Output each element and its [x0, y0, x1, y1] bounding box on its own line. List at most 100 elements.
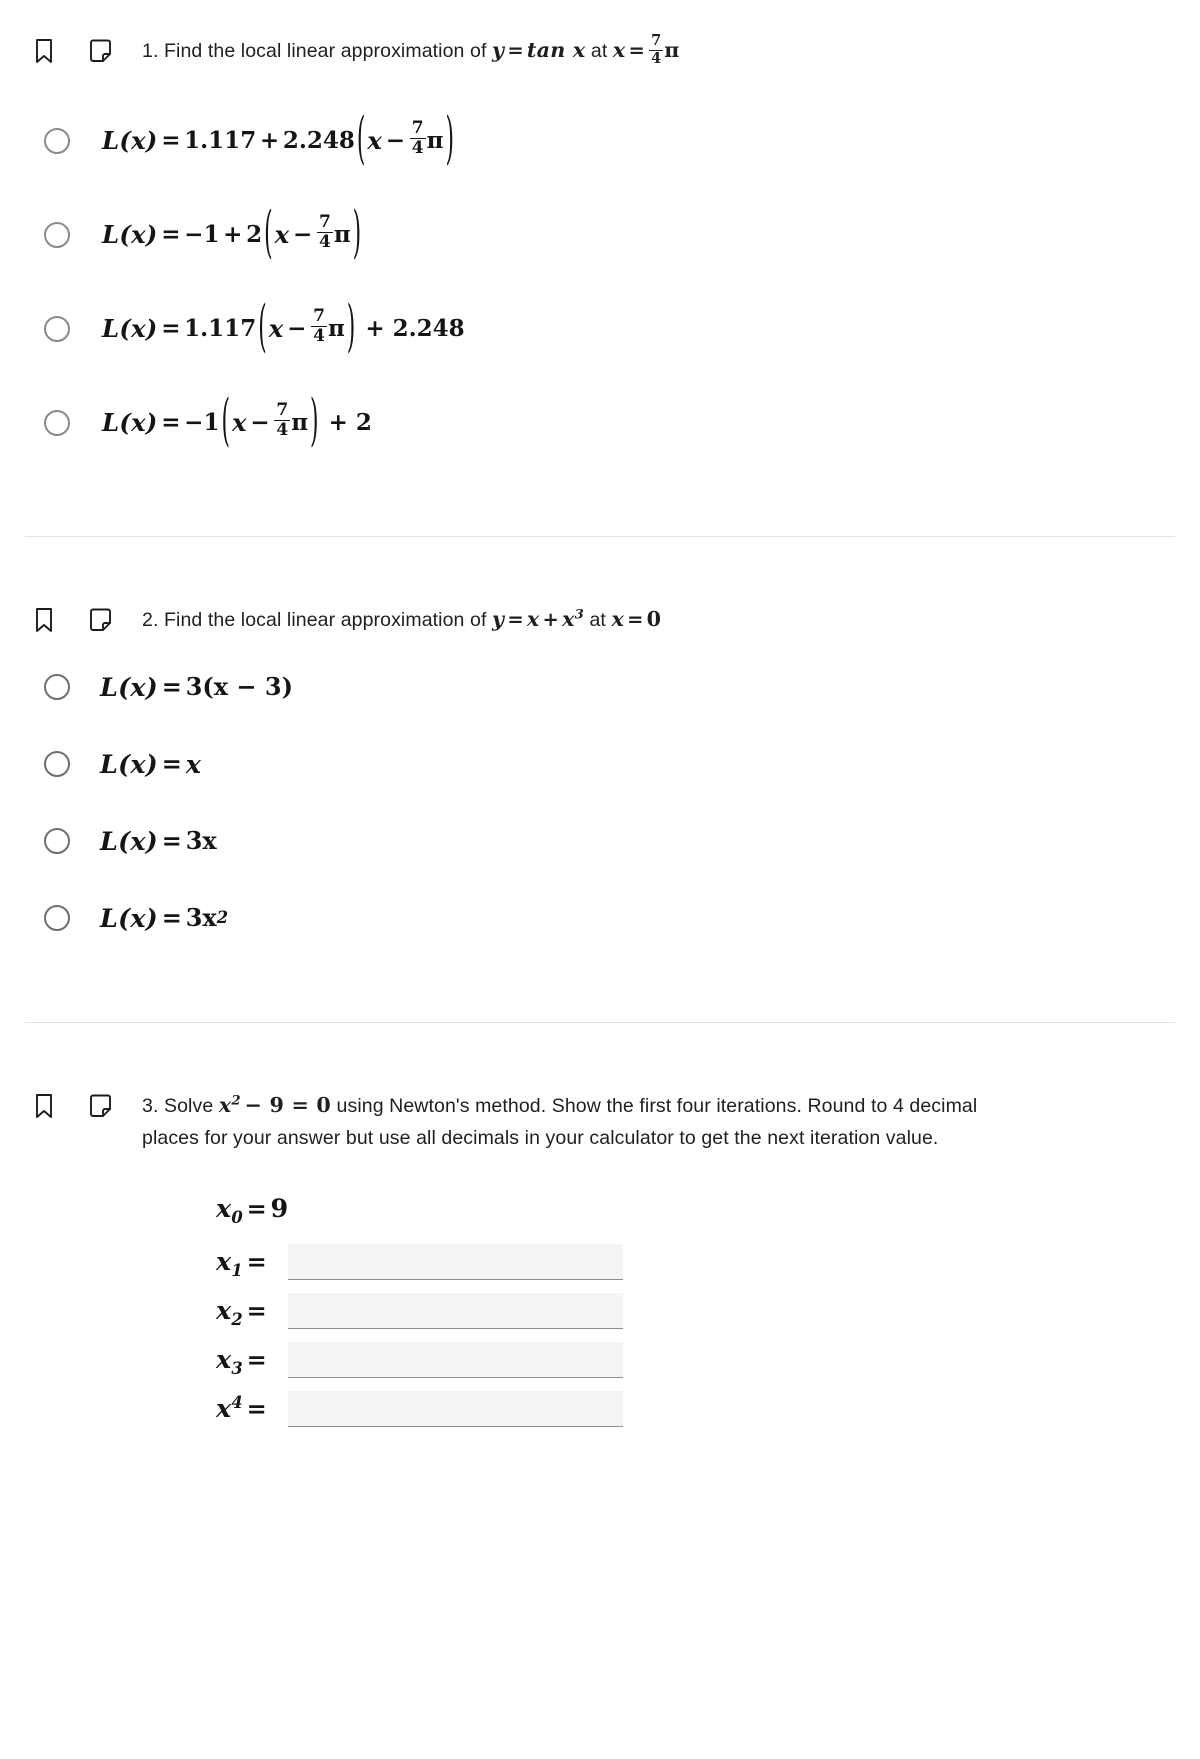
- bookmark-icon[interactable]: [30, 36, 58, 66]
- q1-o1-paren-open: (: [356, 108, 366, 173]
- quiz-page: 1. Find the local linear approximation o…: [0, 0, 1200, 1427]
- answer-input-x2[interactable]: [288, 1292, 623, 1329]
- q1-var-x: x: [612, 38, 626, 62]
- q2-o3-rhs: 3x: [185, 826, 217, 856]
- q2-o2-eq: =: [161, 749, 182, 779]
- q2-o4-eq: =: [161, 903, 182, 933]
- question-1-icon-group: [30, 34, 114, 66]
- q1-option-1-label: L(x) = 1.117 +2.248(x −7 4 π): [102, 108, 456, 172]
- sticky-note-icon[interactable]: [86, 36, 114, 66]
- q2-option-2[interactable]: L(x) = x: [30, 725, 1170, 802]
- x1-eq: =: [246, 1246, 267, 1276]
- q2-prompt-text: Find the local linear approximation of: [164, 608, 487, 631]
- q3-line3: next iteration value.: [767, 1126, 939, 1149]
- q2-radio-1[interactable]: [44, 673, 70, 700]
- answer-input-x1[interactable]: [288, 1243, 623, 1280]
- q1-o4-lhs: L(x): [102, 408, 158, 438]
- bookmark-icon[interactable]: [30, 1091, 58, 1121]
- q1-at-fraction: 74: [649, 33, 664, 66]
- q1-o1-minus: −: [385, 127, 406, 155]
- iteration-label-x2: x2 =: [216, 1295, 280, 1329]
- q1-option-3[interactable]: L(x) = 1.117(x −7 4 π) + 2.248: [30, 282, 1170, 376]
- q1-prompt-text: Find the local linear approximation of: [164, 40, 487, 62]
- q3-line1-rest: using Newton's method. Show the first fo…: [336, 1095, 888, 1118]
- q2-option-1-label: L(x) = 3(x − 3): [100, 672, 293, 702]
- x3-base: x: [216, 1343, 232, 1374]
- q1-o1-paren-close: ): [445, 108, 454, 173]
- iteration-label-x4: x4 =: [216, 1393, 280, 1427]
- q1-o3-eq: =: [161, 315, 181, 343]
- q1-o4-eq: =: [161, 409, 181, 437]
- iteration-row-x1: x1 =: [216, 1243, 1170, 1280]
- q2-radio-3[interactable]: [44, 827, 70, 854]
- q1-o1-fraction: 74: [409, 120, 426, 157]
- q1-o1-plus: +: [259, 127, 280, 155]
- x4-base: x: [216, 1392, 232, 1423]
- x0-value: 9: [270, 1192, 289, 1223]
- question-2: 2. Find the local linear approximation o…: [0, 603, 1200, 957]
- sticky-note-icon[interactable]: [86, 1091, 114, 1121]
- q2-o1-rhs: 3(x − 3): [185, 672, 293, 702]
- q1-option-1[interactable]: L(x) = 1.117 +2.248(x −7 4 π): [30, 94, 1170, 188]
- q1-radio-4[interactable]: [44, 409, 70, 436]
- q1-radio-3[interactable]: [44, 315, 70, 342]
- sticky-note-icon[interactable]: [86, 605, 114, 635]
- q2-option-4-label: L(x) = 3x 2: [100, 902, 229, 933]
- q2-number: 2.: [142, 608, 159, 631]
- q2-option-4[interactable]: L(x) = 3x 2: [30, 879, 1170, 956]
- q2-radio-4[interactable]: [44, 904, 70, 931]
- question-3-prompt: 3. Solve x2− 9 = 0 using Newton's method…: [142, 1089, 1022, 1154]
- q2-fn-plus: +: [542, 607, 559, 631]
- q2-fn-pow-base: x: [562, 606, 575, 631]
- q1-o3-minus: −: [287, 315, 307, 343]
- q2-o3-lhs: L(x): [100, 825, 158, 856]
- q1-option-2[interactable]: L(x) = −1 +2(x −7 4 π): [30, 188, 1170, 282]
- q2-radio-2[interactable]: [44, 750, 70, 777]
- answer-input-x3[interactable]: [288, 1341, 623, 1378]
- q3-eq-exp: 2: [231, 1093, 241, 1109]
- q1-at-pi: π: [664, 38, 680, 62]
- q2-o2-rhs: x: [185, 748, 202, 779]
- x1-base: x: [216, 1245, 232, 1276]
- q1-fn-expr: tan x: [526, 38, 586, 62]
- q1-o4-pi: π: [291, 409, 309, 437]
- iteration-label-x0: x0 = 9: [216, 1193, 288, 1231]
- question-1: 1. Find the local linear approximation o…: [0, 0, 1200, 470]
- q1-o2-frac-den: 4: [316, 232, 333, 253]
- q2-o4-lhs: L(x): [100, 902, 158, 933]
- q1-o2-minus: −: [293, 221, 313, 249]
- x3-eq: =: [246, 1344, 267, 1374]
- q2-option-3[interactable]: L(x) = 3x: [30, 802, 1170, 879]
- q3-eq-rest: − 9 = 0: [244, 1093, 331, 1118]
- iteration-row-x3: x3 =: [216, 1341, 1170, 1378]
- question-2-prompt: 2. Find the local linear approximation o…: [142, 603, 1170, 637]
- q2-at-value: 0: [646, 606, 662, 631]
- q2-option-3-label: L(x) = 3x: [100, 826, 217, 856]
- x3-sub: 3: [231, 1358, 243, 1378]
- q2-option-1[interactable]: L(x) = 3(x − 3): [30, 648, 1170, 725]
- q2-fn-base: x: [526, 606, 540, 631]
- q1-o4-paren-close: ): [310, 390, 319, 455]
- x4-sup: 4: [231, 1392, 243, 1412]
- q1-o3-frac-den: 4: [311, 326, 327, 347]
- q1-option-4[interactable]: L(x) = −1(x −7 4 π) + 2: [30, 376, 1170, 470]
- q1-radio-2[interactable]: [44, 221, 70, 248]
- q1-o4-frac-num: 7: [276, 400, 289, 421]
- q1-o1-eq: =: [161, 127, 181, 155]
- q2-option-2-label: L(x) = x: [100, 749, 201, 779]
- q1-o2-var: x: [274, 220, 290, 250]
- q2-at-word: at: [589, 608, 606, 631]
- q1-o2-lhs: L(x): [102, 220, 158, 250]
- q1-o2-plus: +: [223, 221, 243, 249]
- q2-fn-y: y: [492, 606, 505, 631]
- question-3-header: 3. Solve x2− 9 = 0 using Newton's method…: [30, 1089, 1170, 1154]
- q1-o2-paren-open: (: [264, 202, 273, 267]
- bookmark-icon[interactable]: [30, 605, 58, 635]
- q1-radio-1[interactable]: [44, 127, 70, 154]
- q2-o1-eq: =: [161, 672, 182, 702]
- q1-o4-minus: −: [250, 409, 270, 437]
- q3-number: 3.: [142, 1095, 159, 1118]
- answer-input-x4[interactable]: [288, 1390, 623, 1427]
- q1-option-4-label: L(x) = −1(x −7 4 π) + 2: [102, 390, 372, 454]
- q1-o3-paren-open: (: [258, 296, 267, 361]
